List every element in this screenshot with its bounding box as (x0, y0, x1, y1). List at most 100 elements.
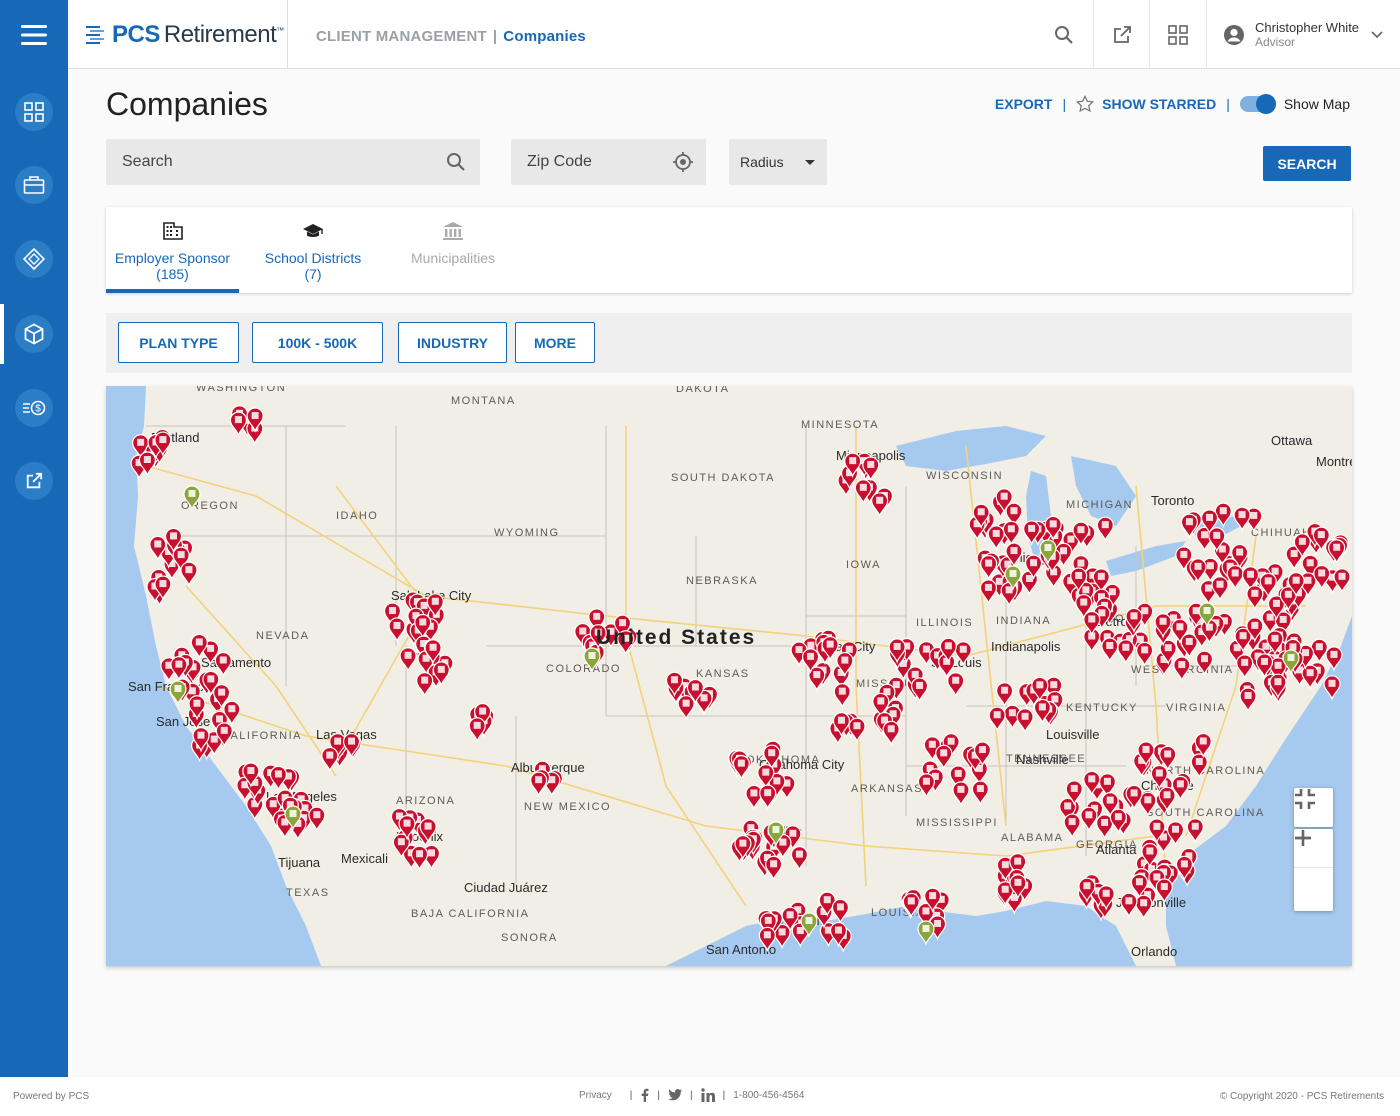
company-marker[interactable] (388, 617, 406, 643)
export-link[interactable]: EXPORT (995, 96, 1053, 112)
company-marker[interactable] (1333, 568, 1351, 594)
radius-select[interactable]: Radius (729, 139, 827, 185)
company-marker[interactable] (1135, 894, 1153, 921)
show-starred-link[interactable]: SHOW STARRED (1102, 96, 1216, 112)
map-canvas[interactable]: WASHINGTON MONTANA DAKOTA MINNESOTA SOUTH DA… (106, 386, 1352, 966)
company-marker[interactable] (935, 744, 953, 771)
company-marker[interactable] (995, 682, 1014, 708)
company-marker[interactable] (952, 781, 970, 807)
user-avatar-icon (1224, 24, 1244, 45)
company-marker[interactable] (1096, 516, 1114, 543)
zoom-control (1294, 829, 1333, 911)
filter-plan-type-button[interactable]: PLAN TYPE (118, 322, 239, 363)
company-marker[interactable] (1063, 813, 1081, 839)
company-marker[interactable] (871, 492, 889, 518)
company-marker[interactable] (1186, 818, 1204, 844)
fullscreen-control[interactable] (1294, 788, 1333, 827)
header-apps-button[interactable] (1149, 0, 1205, 69)
company-marker[interactable] (1101, 637, 1119, 663)
phone-number[interactable]: 1-800-456-4564 (733, 1090, 804, 1101)
tab-employer-label: Employer Sponsor (114, 250, 231, 266)
copyright: © Copyright 2020 - PCS Retirements (1219, 1091, 1384, 1102)
zip-code-input[interactable]: Zip Code (511, 139, 706, 185)
svg-text:$: $ (35, 404, 41, 415)
company-marker[interactable] (732, 755, 750, 781)
dashboard-icon (24, 102, 44, 122)
company-marker[interactable] (745, 784, 763, 811)
sidebar-item-companies[interactable] (0, 304, 68, 364)
company-marker[interactable] (1301, 664, 1319, 691)
company-marker[interactable] (1211, 576, 1229, 602)
header-search-button[interactable] (1036, 0, 1092, 69)
company-marker[interactable] (790, 846, 809, 872)
breadcrumb-parent[interactable]: CLIENT MANAGEMENT (316, 28, 487, 45)
company-marker[interactable] (947, 672, 965, 698)
search-button[interactable]: SEARCH (1263, 146, 1351, 181)
twitter-icon[interactable] (668, 1089, 683, 1101)
company-marker[interactable] (321, 747, 339, 773)
logo-tm: ™ (276, 25, 284, 35)
company-marker[interactable] (229, 411, 248, 438)
company-marker[interactable] (987, 525, 1005, 551)
company-marker[interactable] (833, 683, 851, 709)
company-marker[interactable] (1016, 708, 1034, 734)
sidebar: $ (0, 69, 68, 1077)
company-marker[interactable] (269, 765, 288, 792)
search-icon[interactable] (446, 152, 466, 172)
linkedin-icon[interactable] (700, 1088, 715, 1102)
company-marker[interactable] (180, 561, 198, 588)
pcs-logo[interactable]: PCS Retirement™ (80, 0, 288, 69)
company-marker[interactable] (848, 717, 866, 744)
company-marker[interactable] (399, 647, 417, 673)
companies-map[interactable]: WASHINGTON MONTANA DAKOTA MINNESOTA SOUTH DA… (106, 386, 1352, 966)
state-label: IDAHO (336, 510, 378, 522)
city-label: Ottawa (1271, 433, 1313, 448)
company-marker[interactable] (214, 651, 232, 678)
star-icon[interactable] (1076, 95, 1095, 113)
company-marker[interactable] (416, 672, 434, 698)
company-marker[interactable] (988, 706, 1006, 733)
facebook-icon[interactable] (640, 1088, 649, 1102)
tab-employer-sponsor[interactable]: Employer Sponsor (185) (106, 207, 239, 293)
tab-school-districts[interactable]: School Districts (7) (248, 207, 378, 293)
company-marker[interactable] (759, 784, 777, 811)
company-marker[interactable] (882, 720, 900, 747)
zoom-out-button[interactable] (1294, 836, 1333, 907)
sidebar-item-dashboard[interactable] (0, 82, 68, 142)
company-marker[interactable] (1236, 654, 1254, 680)
filter-industry-button[interactable]: INDUSTRY (398, 322, 507, 363)
filter-more-button[interactable]: MORE (515, 322, 595, 363)
tab-employer-count: (185) (156, 266, 189, 282)
search-input[interactable]: Search (106, 139, 480, 185)
hamburger-menu-button[interactable] (0, 0, 68, 69)
state-label: ARKANSAS (851, 783, 923, 795)
company-marker[interactable] (410, 845, 429, 872)
locate-icon[interactable] (672, 151, 694, 173)
show-map-toggle[interactable] (1239, 94, 1276, 114)
company-marker[interactable] (308, 806, 326, 833)
company-marker[interactable] (971, 780, 989, 806)
company-marker[interactable] (530, 771, 548, 798)
company-marker[interactable] (1080, 806, 1098, 833)
company-marker[interactable] (1226, 564, 1244, 591)
company-marker[interactable] (1239, 687, 1257, 713)
sidebar-item-money[interactable]: $ (0, 378, 68, 438)
company-marker[interactable] (765, 855, 783, 882)
sidebar-item-briefcase[interactable] (0, 155, 68, 215)
sidebar-item-diamond[interactable] (0, 229, 68, 289)
company-marker[interactable] (1328, 539, 1346, 565)
company-marker[interactable] (1173, 656, 1191, 682)
user-menu[interactable]: Christopher White Advisor (1206, 0, 1400, 69)
tab-municipalities[interactable]: Municipalities (388, 207, 518, 293)
logo-pcs-text: PCS (112, 20, 160, 48)
sidebar-item-external[interactable] (0, 451, 68, 511)
company-marker[interactable] (677, 695, 695, 721)
privacy-link[interactable]: Privacy (579, 1090, 612, 1101)
external-link-icon (1113, 25, 1131, 43)
company-marker[interactable] (1136, 641, 1154, 668)
company-marker[interactable] (1117, 639, 1135, 665)
company-marker[interactable] (1120, 892, 1138, 919)
filter-asset-range-button[interactable]: 100K - 500K (252, 322, 383, 363)
company-marker[interactable] (468, 717, 486, 743)
header-external-link-button[interactable] (1093, 0, 1149, 69)
